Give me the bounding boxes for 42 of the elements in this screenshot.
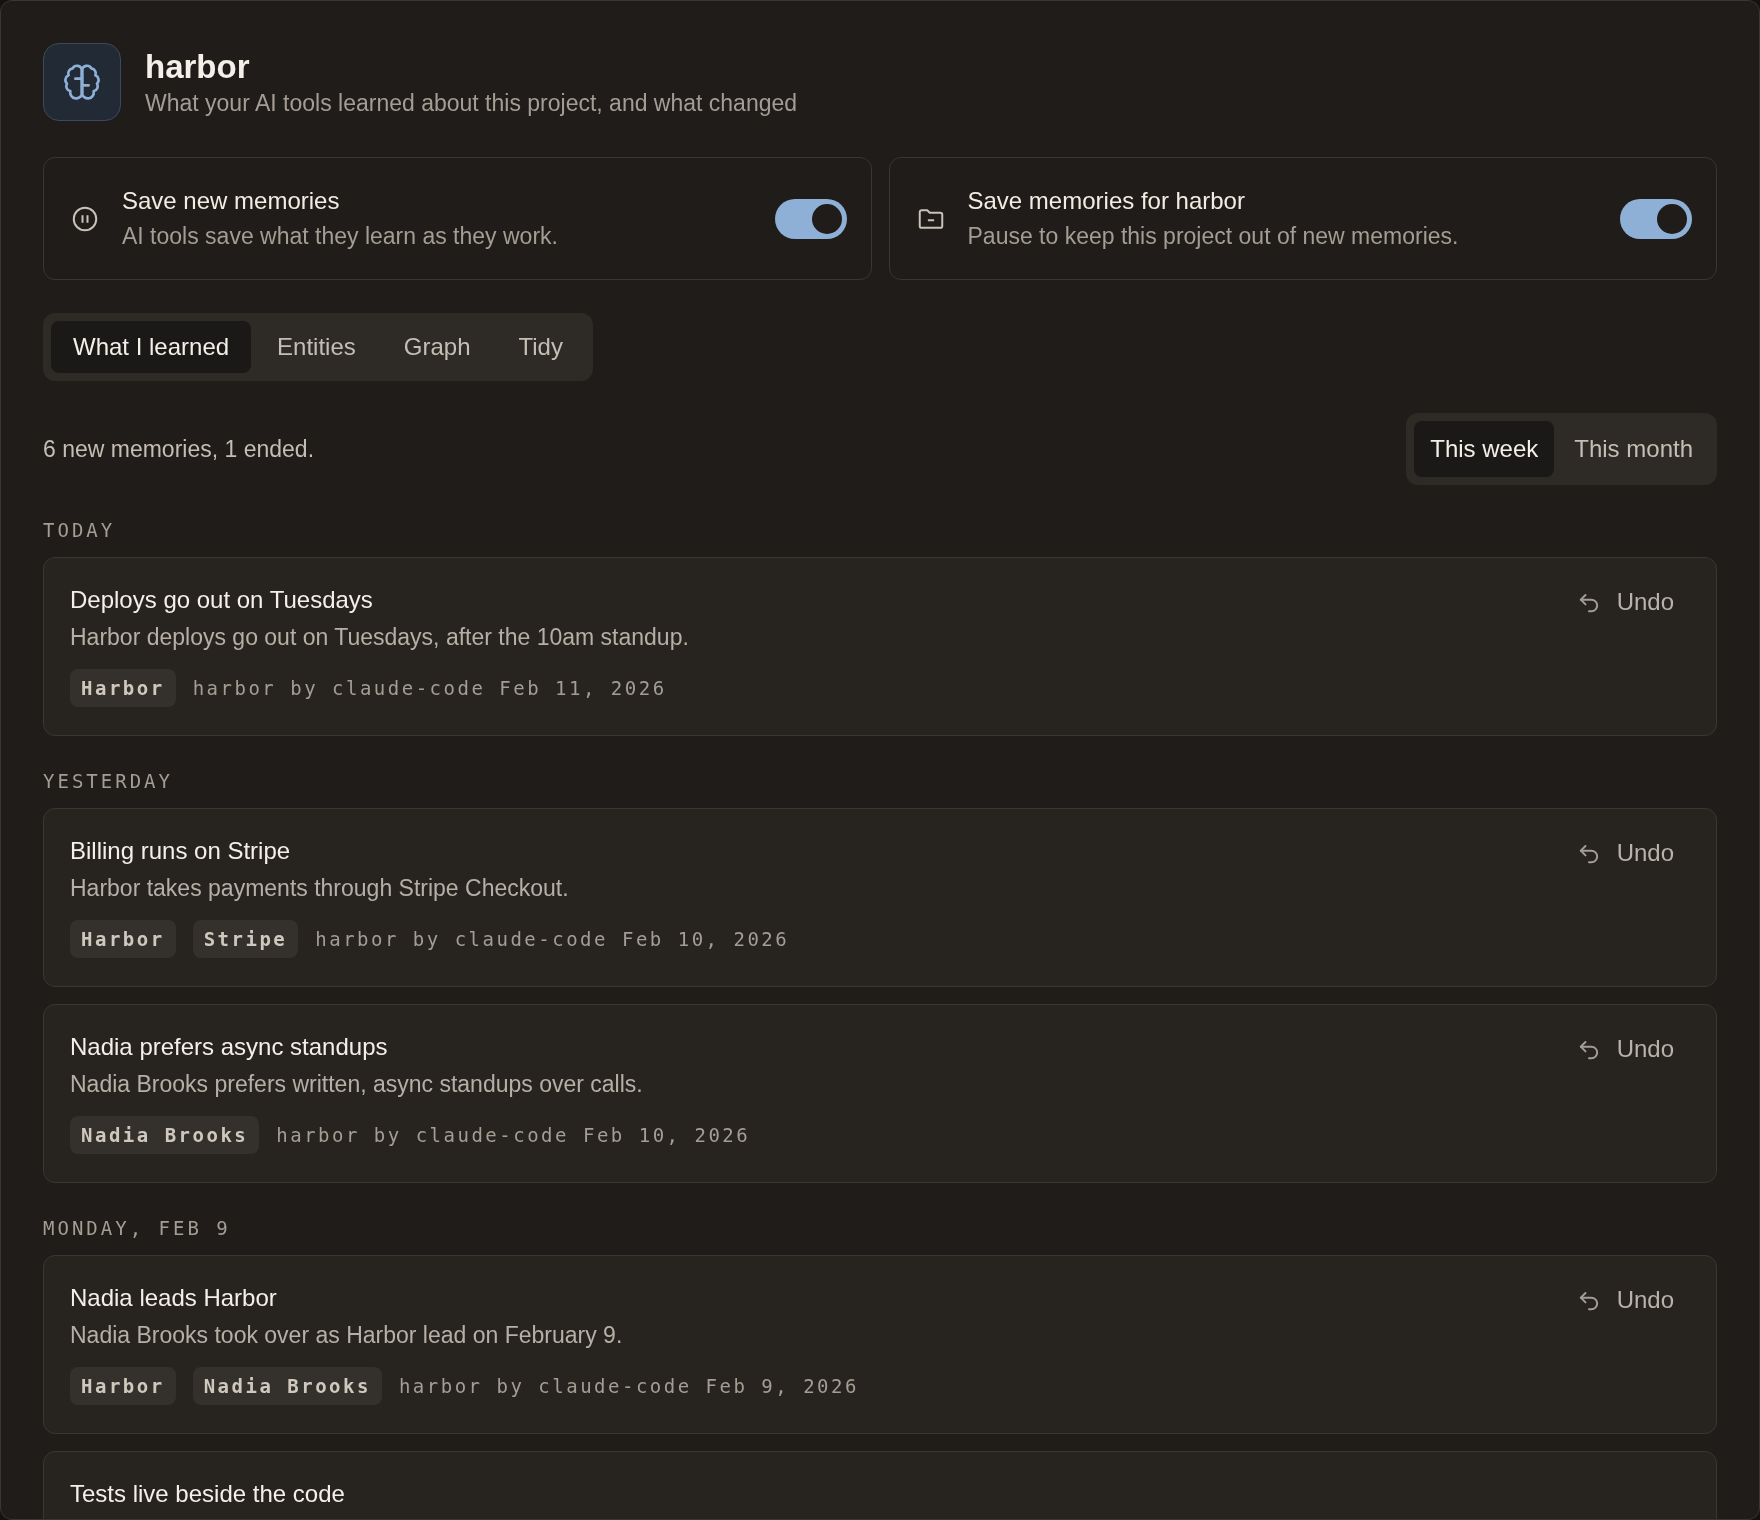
memory-meta: harbor by claude-code Feb 11, 2026: [192, 677, 667, 699]
app-title: harbor: [145, 47, 251, 86]
entity-tag[interactable]: Nadia Brooks: [192, 1367, 382, 1405]
memory-title: Nadia leads Harbor: [70, 1284, 278, 1312]
memory-title: Tests live beside the code: [70, 1480, 345, 1508]
range-option[interactable]: This week: [1414, 421, 1555, 477]
toggle-switch[interactable]: [1620, 198, 1692, 239]
range-option[interactable]: This month: [1558, 421, 1709, 477]
memory-title: Nadia prefers async standups: [70, 1033, 389, 1061]
entity-tag[interactable]: Nadia Brooks: [70, 1116, 260, 1154]
date-heading: YESTERDAY: [43, 770, 174, 792]
memory-meta: harbor by claude-code Feb 10, 2026: [315, 928, 790, 950]
undo-button[interactable]: Undo: [1558, 1031, 1690, 1067]
entity-tag[interactable]: Harbor: [70, 1367, 176, 1405]
tab[interactable]: Entities: [255, 321, 378, 373]
setting-title: Save new memories: [122, 187, 341, 215]
memory-text: Nadia Brooks prefers written, async standups over calls.: [70, 1071, 644, 1098]
toggle-switch[interactable]: [774, 198, 847, 239]
tab[interactable]: Graph: [381, 321, 493, 373]
entity-tag[interactable]: Harbor: [70, 920, 176, 958]
setting-title: Save memories for harbor: [967, 187, 1246, 215]
entity-tag[interactable]: Harbor: [70, 669, 176, 707]
tab[interactable]: Tidy: [496, 321, 585, 373]
tab[interactable]: What I learned: [51, 321, 252, 373]
brain-icon: [43, 43, 121, 121]
undo-button[interactable]: Undo: [1558, 1282, 1690, 1318]
setting-description: AI tools save what they learn as they work.: [122, 223, 559, 250]
memory-title: Billing runs on Stripe: [70, 837, 292, 865]
entity-tag[interactable]: Stripe: [192, 920, 299, 958]
summary-text: 6 new memories, 1 ended.: [43, 435, 315, 463]
memory-text: Harbor deploys go out on Tuesdays, after the 10am standup.: [70, 624, 689, 651]
setting-description: Pause to keep this project out of new memories.: [967, 223, 1460, 250]
memory-text: Nadia Brooks took over as Harbor lead on February 9.: [70, 1322, 624, 1349]
app-subtitle: What your AI tools learned about this project, and what changed: [145, 89, 798, 117]
undo-button[interactable]: Undo: [1558, 835, 1690, 871]
undo-button[interactable]: Undo: [1558, 584, 1690, 620]
memory-meta: harbor by claude-code Feb 10, 2026: [276, 1124, 751, 1146]
date-heading: TODAY: [43, 519, 117, 541]
memory-title: Deploys go out on Tuesdays: [70, 586, 374, 614]
memory-meta: harbor by claude-code Feb 9, 2026: [398, 1375, 859, 1397]
memory-text: Harbor takes payments through Stripe Checkout.: [70, 875, 570, 902]
date-heading: MONDAY, FEB 9: [43, 1217, 232, 1239]
